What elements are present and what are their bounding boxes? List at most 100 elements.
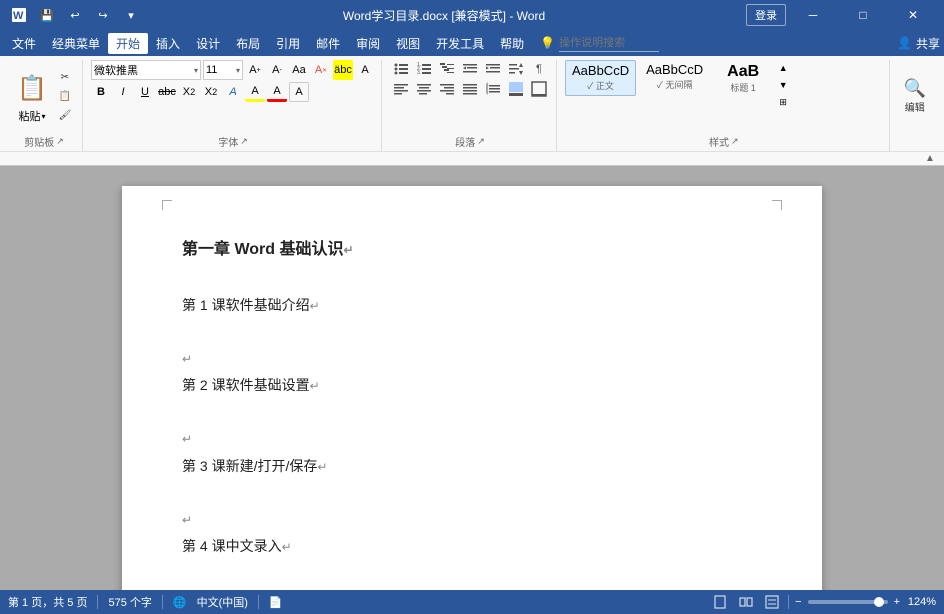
style-heading1[interactable]: AaB 标题 1 [713, 60, 773, 96]
word-logo-icon[interactable]: W [8, 4, 30, 26]
ribbon: 📋 粘贴 ▾ ✂ 📋 🖌 剪贴板 ↗ [0, 56, 944, 166]
menu-developer[interactable]: 开发工具 [428, 33, 492, 54]
style-scroll-up[interactable]: ▲ [775, 60, 791, 76]
copy-button[interactable]: 📋 [54, 87, 76, 105]
ribbon-collapse-button[interactable]: ▲ [922, 152, 938, 166]
superscript-button[interactable]: X2 [201, 82, 221, 102]
document-page[interactable]: 第一章 Word 基础认识↵ 第 1 课软件基础介绍↵ ↵ 第 2 课软件基础设… [122, 186, 822, 590]
font-name-dropdown-arrow: ▾ [194, 66, 198, 75]
view-print-button[interactable] [710, 593, 730, 611]
bold-button[interactable]: B [91, 82, 111, 102]
close-button[interactable]: ✕ [890, 0, 936, 30]
italic-button[interactable]: I [113, 82, 133, 102]
editing-search-button[interactable]: 🔍 编辑 [898, 76, 932, 116]
login-button[interactable]: 登录 [746, 4, 786, 26]
bullets-button[interactable] [390, 60, 412, 78]
shading-button[interactable] [505, 80, 527, 98]
styles-expand-icon[interactable]: ↗ [731, 136, 739, 147]
search-input[interactable] [559, 34, 659, 52]
paste-button[interactable]: 📋 [12, 68, 52, 108]
menu-review[interactable]: 审阅 [348, 33, 388, 54]
paste-dropdown[interactable]: ▾ [41, 112, 45, 121]
numbering-button[interactable]: 1.2.3. [413, 60, 435, 78]
font-name-select[interactable]: 微软推黑 ▾ [91, 60, 201, 80]
paste-area: 📋 粘贴 ▾ [12, 68, 52, 124]
border-button[interactable] [528, 80, 550, 98]
change-case-button[interactable]: Aa [289, 60, 309, 80]
menu-home[interactable]: 开始 [108, 33, 148, 54]
subscript-button[interactable]: X2 [179, 82, 199, 102]
margin-mark-topright [772, 200, 782, 210]
share-area: 👤 共享 [897, 35, 940, 52]
menu-design[interactable]: 设计 [188, 33, 228, 54]
clipboard-label: 剪贴板 ↗ [12, 132, 76, 151]
decrease-indent-button[interactable] [459, 60, 481, 78]
menu-file[interactable]: 文件 [4, 33, 44, 54]
menu-references[interactable]: 引用 [268, 33, 308, 54]
status-right: − + 124% [710, 593, 936, 611]
language-label: 中文(中国) [197, 594, 248, 610]
justify-button[interactable] [459, 80, 481, 98]
search-area[interactable] [559, 34, 659, 52]
line-spacing-button[interactable] [482, 80, 504, 98]
redo-icon[interactable]: ↪ [92, 4, 114, 26]
paste-icon: 📋 [16, 70, 48, 106]
share-label[interactable]: 共享 [916, 35, 940, 52]
view-web-button[interactable] [736, 593, 756, 611]
paragraph-label: 段落 ↗ [390, 132, 550, 151]
zoom-plus[interactable]: + [894, 596, 900, 608]
view-outline-button[interactable] [762, 593, 782, 611]
decrease-font-button[interactable]: A- [267, 60, 287, 80]
maximize-button[interactable]: □ [840, 0, 886, 30]
style-no-spacing-label: ✓ 无间隔 [657, 78, 693, 91]
font-color-button[interactable]: A [267, 82, 287, 102]
style-normal[interactable]: AaBbCcD ✓ 正文 [565, 60, 636, 96]
menu-insert[interactable]: 插入 [148, 33, 188, 54]
clipboard-expand-icon[interactable]: ↗ [56, 136, 64, 147]
save-icon[interactable]: 💾 [36, 4, 58, 26]
zoom-level[interactable]: 124% [906, 596, 936, 608]
style-no-spacing[interactable]: AaBbCcD ✓ 无间隔 [640, 60, 709, 96]
cut-button[interactable]: ✂ [54, 68, 76, 86]
text-effects-button[interactable]: A [223, 82, 243, 102]
menu-layout[interactable]: 布局 [228, 33, 268, 54]
minimize-button[interactable]: ─ [790, 0, 836, 30]
style-scroll-down[interactable]: ▼ [775, 77, 791, 93]
menu-classic[interactable]: 经典菜单 [44, 33, 108, 54]
multilevel-list-button[interactable] [436, 60, 458, 78]
customize-icon[interactable]: ▾ [120, 4, 142, 26]
doc-line-3: 第 2 课软件基础设置↵ [182, 373, 762, 398]
menu-view[interactable]: 视图 [388, 33, 428, 54]
increase-indent-button[interactable] [482, 60, 504, 78]
menu-mailings[interactable]: 邮件 [308, 33, 348, 54]
clear-format-button[interactable]: A✕ [311, 60, 331, 80]
style-expand-btn[interactable]: ⊞ [775, 94, 791, 110]
font-size-increase2[interactable]: A [289, 82, 309, 102]
editing-label: 编辑 [898, 132, 932, 151]
align-right-button[interactable] [436, 80, 458, 98]
font-color-alt-button[interactable]: A [355, 60, 375, 80]
menu-bar: 文件 经典菜单 开始 插入 设计 布局 引用 邮件 审阅 视图 开发工具 帮助 … [0, 30, 944, 56]
undo-icon[interactable]: ↩ [64, 4, 86, 26]
para-row1: 1.2.3. ¶ [390, 60, 550, 78]
highlight-color-button[interactable]: A [245, 82, 265, 102]
underline-button[interactable]: U [135, 82, 155, 102]
strikethrough-button[interactable]: abc [157, 82, 177, 102]
zoom-slider[interactable] [808, 600, 888, 604]
format-painter-button[interactable]: 🖌 [54, 106, 76, 124]
font-expand-icon[interactable]: ↗ [240, 136, 248, 147]
align-center-button[interactable] [413, 80, 435, 98]
show-marks-button[interactable]: ¶ [528, 60, 550, 78]
sort-button[interactable] [505, 60, 527, 78]
status-sep-zoom [788, 595, 789, 609]
paragraph-expand-icon[interactable]: ↗ [477, 136, 485, 147]
align-left-button[interactable] [390, 80, 412, 98]
font-size-select[interactable]: 11 ▾ [203, 60, 243, 80]
menu-help[interactable]: 帮助 [492, 33, 532, 54]
text-highlight-button[interactable]: äbc [333, 60, 353, 80]
zoom-minus[interactable]: − [795, 596, 801, 608]
word-count: 575 个字 [108, 594, 151, 610]
increase-font-button[interactable]: A+ [245, 60, 265, 80]
style-heading1-preview: AaB [727, 62, 759, 81]
para-mark-3: ↵ [182, 352, 192, 366]
